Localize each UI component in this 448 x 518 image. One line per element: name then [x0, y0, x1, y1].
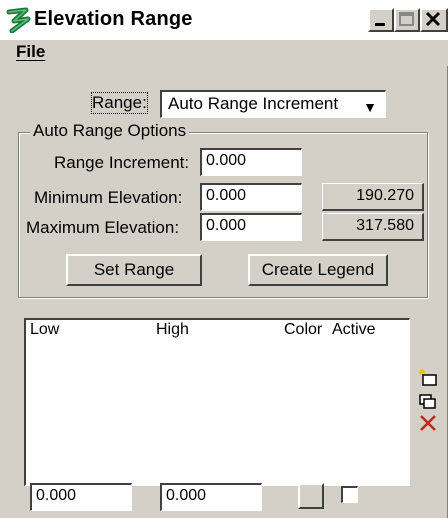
range-increment-label: Range Increment:	[54, 153, 190, 172]
active-checkbox[interactable]	[341, 486, 358, 503]
window-title: Elevation Range	[34, 8, 193, 30]
delete-entry-icon[interactable]	[418, 413, 438, 433]
new-entry-icon[interactable]	[418, 368, 438, 388]
minimum-elevation-input[interactable]: 0.000	[200, 183, 302, 211]
minimum-elevation-readout: 190.270	[322, 183, 424, 211]
list-header: Low High Color Active	[26, 320, 409, 342]
range-increment-input[interactable]: 0.000	[200, 148, 302, 176]
dropdown-arrow-icon[interactable]: ▼	[363, 95, 377, 119]
low-value-input[interactable]: 0.000	[30, 483, 132, 511]
range-list[interactable]: Low High Color Active	[24, 318, 410, 486]
menu-file[interactable]: File	[16, 42, 45, 62]
maximum-elevation-readout: 317.580	[322, 213, 424, 241]
close-icon	[425, 11, 441, 27]
color-swatch-button[interactable]	[298, 483, 324, 509]
elevation-range-window: Elevation Range File Range: Auto Range I…	[0, 0, 448, 518]
duplicate-entry-icon[interactable]	[418, 392, 438, 412]
range-label: Range:	[91, 92, 148, 114]
range-mode-value: Auto Range Increment	[168, 94, 339, 113]
maximum-elevation-input[interactable]: 0.000	[200, 213, 302, 241]
menu-bar: File	[0, 40, 448, 66]
column-high[interactable]: High	[156, 321, 189, 339]
auto-range-options-title: Auto Range Options	[30, 121, 190, 141]
minimum-elevation-label: Minimum Elevation:	[34, 188, 183, 207]
create-legend-button[interactable]: Create Legend	[248, 254, 388, 286]
maximum-elevation-label: Maximum Elevation:	[26, 218, 180, 237]
app-logo-icon	[6, 7, 31, 33]
high-value-input[interactable]: 0.000	[160, 483, 262, 511]
title-bar[interactable]: Elevation Range	[0, 0, 448, 40]
minimize-icon	[375, 23, 385, 26]
set-range-button[interactable]: Set Range	[66, 254, 202, 286]
column-low[interactable]: Low	[30, 321, 59, 339]
minimize-button[interactable]	[368, 8, 394, 32]
maximize-icon	[399, 12, 414, 26]
range-mode-select[interactable]: Auto Range Increment ▼	[160, 90, 386, 118]
column-color[interactable]: Color	[284, 321, 322, 339]
maximize-button[interactable]	[394, 8, 420, 32]
close-button[interactable]	[420, 8, 448, 32]
column-active[interactable]: Active	[332, 321, 376, 339]
